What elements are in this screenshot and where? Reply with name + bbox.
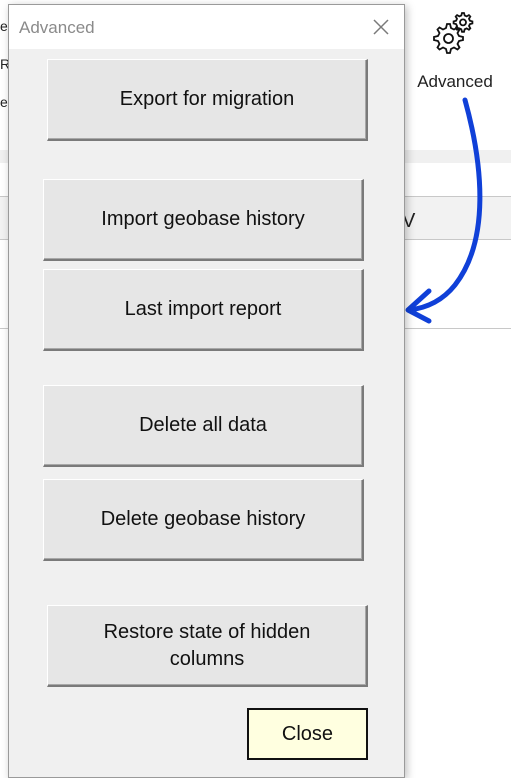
restore-hidden-columns-button[interactable]: Restore state of hidden columns <box>47 605 368 687</box>
close-button[interactable]: Close <box>247 708 368 760</box>
gear-icon <box>433 12 474 54</box>
button-label: Export for migration <box>119 88 295 110</box>
dialog-titlebar: Advanced <box>9 5 404 49</box>
close-icon[interactable] <box>370 16 392 38</box>
button-label: Delete all data <box>139 414 267 436</box>
annotation-arrow <box>405 97 483 324</box>
import-geobase-history-button[interactable]: Import geobase history <box>43 179 364 261</box>
button-label: columns <box>169 647 245 670</box>
button-label: Last import report <box>124 298 282 320</box>
delete-all-data-button[interactable]: Delete all data <box>43 385 364 467</box>
export-for-migration-button[interactable]: Export for migration <box>47 59 368 141</box>
button-label: Restore state of hidden <box>103 620 311 643</box>
advanced-dialog: Advanced Export for migration Import geo… <box>8 4 405 778</box>
ribbon-text-fragment: e <box>0 18 8 34</box>
button-label: Close <box>281 722 334 745</box>
advanced-ribbon-button[interactable]: Advanced <box>410 8 500 91</box>
button-label: Import geobase history <box>101 208 305 230</box>
advanced-label: Advanced <box>417 72 493 91</box>
last-import-report-button[interactable]: Last import report <box>43 269 364 351</box>
dialog-title: Advanced <box>19 18 95 37</box>
button-label: Delete geobase history <box>100 508 306 530</box>
ribbon-text-fragment: e <box>0 94 8 110</box>
delete-geobase-history-button[interactable]: Delete geobase history <box>43 479 364 561</box>
